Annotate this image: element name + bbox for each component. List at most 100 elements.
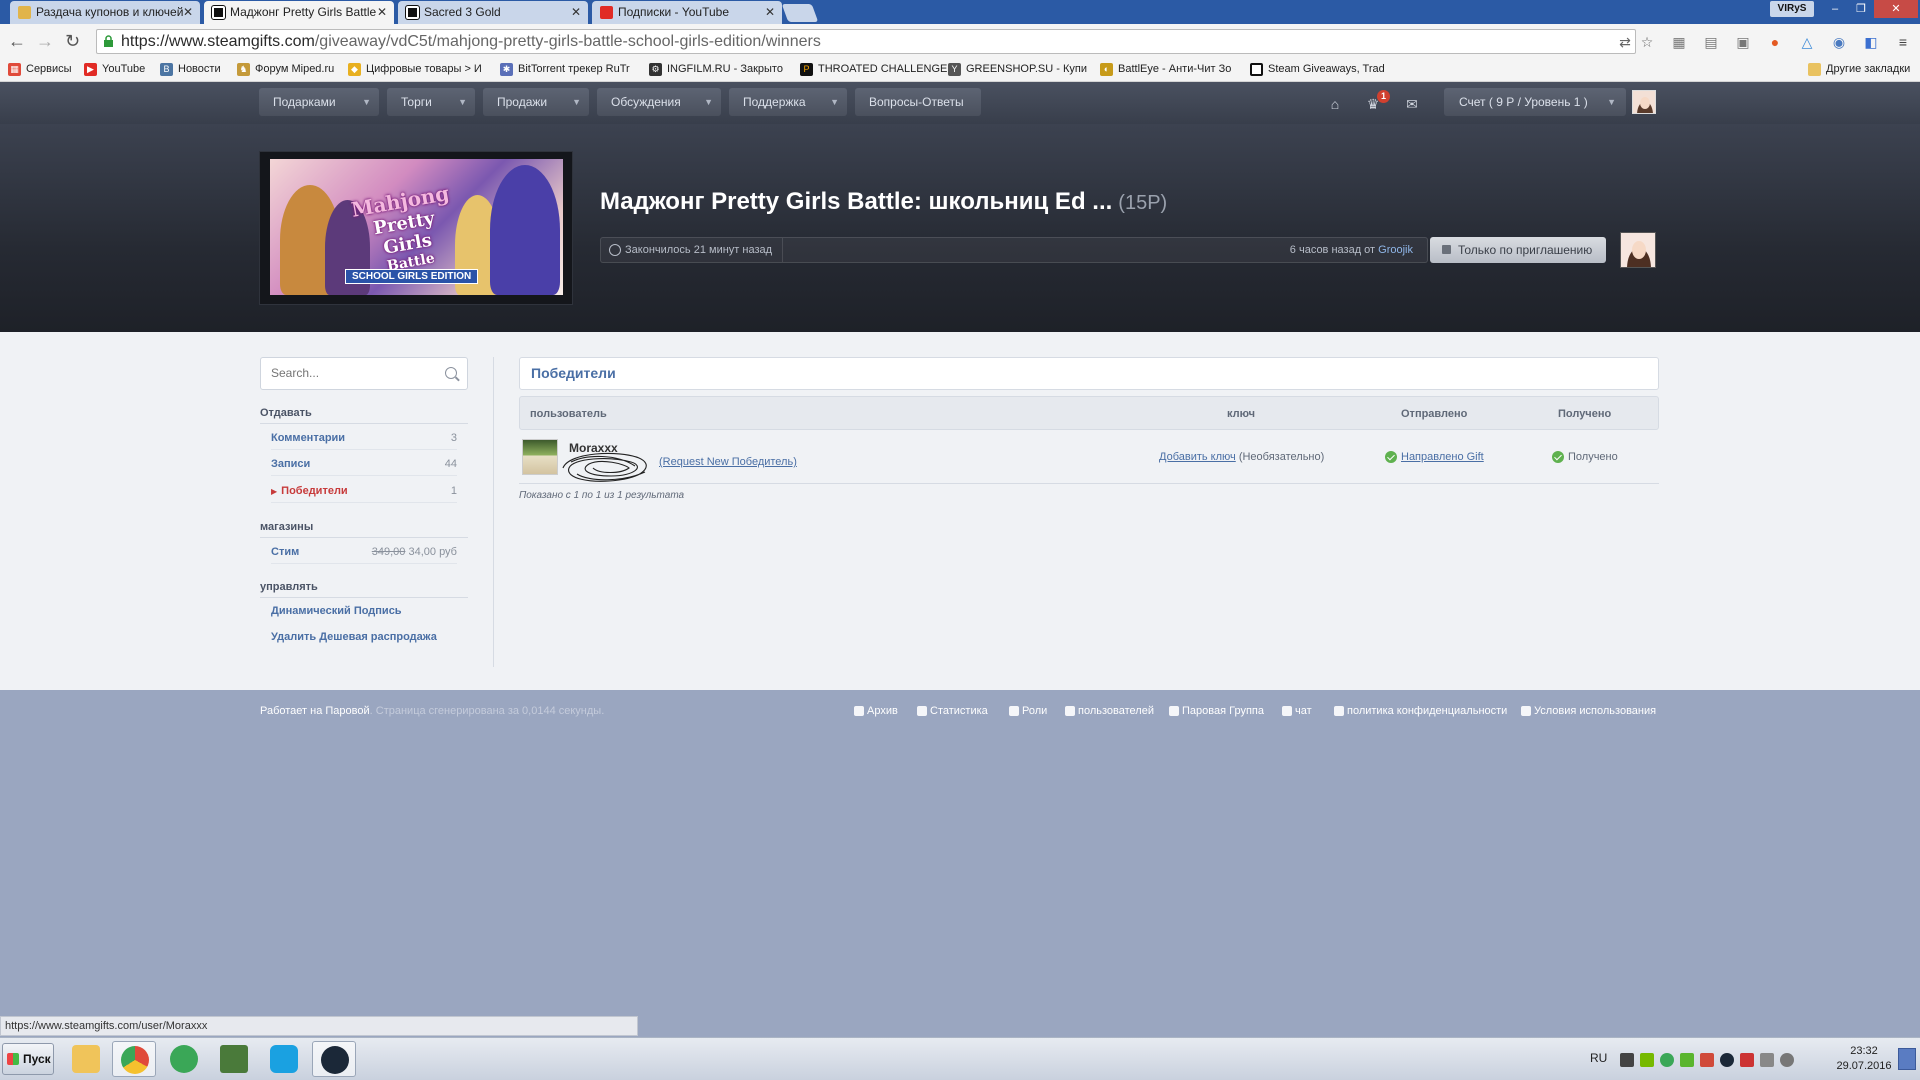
bookmark-star-icon[interactable]: ☆ <box>1639 35 1655 49</box>
bookmark-other[interactable]: Другие закладки <box>1808 63 1910 76</box>
footer-users[interactable]: пользователей <box>1065 705 1154 717</box>
winner-avatar[interactable] <box>522 439 558 475</box>
lock-icon <box>104 35 113 47</box>
extension-icon[interactable]: ▣ <box>1734 33 1752 51</box>
new-tab-button[interactable] <box>781 4 819 22</box>
taskbar-explorer[interactable] <box>64 1041 108 1077</box>
address-bar[interactable]: https://www.steamgifts.com/giveaway/vdC5… <box>96 29 1653 54</box>
taskbar-podcast[interactable] <box>162 1041 206 1077</box>
nav-gifts[interactable]: Подарками ▼ <box>259 88 379 116</box>
footer-chat[interactable]: чат <box>1282 705 1312 717</box>
bookmark-steam-giveaways[interactable]: Steam Giveaways, Trad <box>1250 63 1385 76</box>
footer-terms[interactable]: Условия использования <box>1521 705 1656 717</box>
bookmark-rutracker[interactable]: ✱ BitTorrent трекер RuTr <box>500 63 630 76</box>
taskbar-steam[interactable] <box>312 1041 356 1077</box>
invite-only-button[interactable]: Только по приглашению <box>1430 237 1606 263</box>
request-new-winner-link[interactable]: (Request New Победитель) <box>659 456 797 468</box>
extension-badge-icon[interactable]: ● <box>1766 33 1784 51</box>
taskbar-monitor[interactable] <box>212 1041 256 1077</box>
tab-coupons[interactable]: Раздача купонов и ключей ✕ <box>10 1 200 24</box>
minimize-icon[interactable]: – <box>1822 0 1848 18</box>
sidebar-item-steam[interactable]: Стим 349,00 34,00 руб <box>271 546 457 564</box>
search-icon[interactable] <box>445 367 457 379</box>
sidebar-item-winners[interactable]: ▶ Победители 1 <box>271 485 457 503</box>
nav-support[interactable]: Поддержка ▼ <box>729 88 847 116</box>
footer-stats[interactable]: Статистика <box>917 705 988 717</box>
creator-avatar[interactable] <box>1620 232 1656 268</box>
sidebar-item-dynamic-signature[interactable]: Динамический Подпись <box>271 605 457 622</box>
gift-sent-link[interactable]: Направлено Gift <box>1385 451 1484 463</box>
network-error-icon[interactable] <box>1740 1053 1754 1067</box>
menu-icon[interactable]: ≡ <box>1894 33 1912 51</box>
volume-icon[interactable] <box>1780 1053 1794 1067</box>
add-key-link[interactable]: Добавить ключ <box>1159 451 1236 463</box>
powered-by-link[interactable]: Работает на Паровой <box>260 705 370 717</box>
account-dropdown[interactable]: Счет ( 9 Р / Уровень 1 ) ▼ <box>1444 88 1626 116</box>
bookmark-throated[interactable]: P THROATED CHALLENGE <box>800 63 947 76</box>
creator-link[interactable]: Groojik <box>1378 244 1413 256</box>
taskbar-skype[interactable] <box>262 1041 306 1077</box>
tray-app-icon[interactable] <box>1680 1053 1694 1067</box>
tray-chevron-icon[interactable] <box>1620 1053 1634 1067</box>
search-input[interactable] <box>271 366 431 380</box>
window-close-icon[interactable]: ✕ <box>1874 0 1918 18</box>
reload-icon[interactable]: ↻ <box>65 32 80 50</box>
bookmark-news[interactable]: B Новости <box>160 63 221 76</box>
sidebar-item-entries[interactable]: Записи 44 <box>271 458 457 476</box>
footer-privacy[interactable]: политика конфиденциальности <box>1334 705 1507 717</box>
drive-extension-icon[interactable]: △ <box>1798 33 1816 51</box>
winners-table-header: пользователь ключ Отправлено Получено <box>519 396 1659 430</box>
bookmark-miped[interactable]: ♞ Форум Miped.ru <box>237 63 334 76</box>
steam-icon <box>321 1046 349 1074</box>
extension-icon[interactable]: ▤ <box>1702 33 1720 51</box>
nav-trades[interactable]: Торги ▼ <box>387 88 475 116</box>
nav-discussions[interactable]: Обсуждения ▼ <box>597 88 721 116</box>
mail-icon[interactable]: ✉ <box>1403 95 1421 113</box>
close-icon[interactable]: ✕ <box>765 1 775 24</box>
chevron-right-icon: ▶ <box>271 487 278 496</box>
sidebar-item-comments[interactable]: Комментарии 3 <box>271 432 457 450</box>
nvidia-icon[interactable] <box>1640 1053 1654 1067</box>
forward-arrow-icon[interactable]: → <box>36 32 54 50</box>
restore-icon[interactable]: ❐ <box>1848 0 1874 18</box>
translate-icon[interactable]: ⇄ <box>1617 35 1633 49</box>
show-desktop-button[interactable] <box>1898 1048 1916 1070</box>
nav-sales[interactable]: Продажи ▼ <box>483 88 589 116</box>
tab-sacred[interactable]: Sacred 3 Gold ✕ <box>398 1 588 24</box>
footer-archive[interactable]: Архив <box>854 705 898 717</box>
game-cover-image[interactable]: Mahjong Pretty Girls Battle SCHOOL GIRLS… <box>270 159 563 295</box>
gift-icon[interactable]: ⌂ <box>1326 95 1344 113</box>
steam-icon[interactable] <box>1720 1053 1734 1067</box>
bookmark-greenshop[interactable]: Y GREENSHOP.SU - Купи <box>948 63 1087 76</box>
signal-icon[interactable] <box>1760 1053 1774 1067</box>
bookmark-digital-goods[interactable]: ◆ Цифровые товары > И <box>348 63 482 76</box>
start-button[interactable]: Пуск <box>2 1043 54 1075</box>
bookmark-ingfilm[interactable]: ⚙ INGFILM.RU - Закрыто <box>649 63 783 76</box>
ph-icon: P <box>800 63 813 76</box>
translate-extension-icon[interactable]: ◧ <box>1862 33 1880 51</box>
bookmark-battleye[interactable]: ◐ BattlEye - Анти-Чит Зо <box>1100 63 1231 76</box>
avatar[interactable] <box>1632 90 1656 114</box>
utorrent-icon[interactable] <box>1660 1053 1674 1067</box>
close-icon[interactable]: ✕ <box>571 1 581 24</box>
back-arrow-icon[interactable]: ← <box>8 32 26 50</box>
taskbar-chrome[interactable] <box>112 1041 156 1077</box>
close-icon[interactable]: ✕ <box>183 1 193 24</box>
tab-youtube[interactable]: Подписки - YouTube ✕ <box>592 1 782 24</box>
language-indicator[interactable]: RU <box>1590 1051 1607 1065</box>
footer-steam-group[interactable]: Паровая Группа <box>1169 705 1264 717</box>
qr-extension-icon[interactable]: ▦ <box>1670 33 1688 51</box>
youtube-icon <box>600 6 613 19</box>
nav-faq[interactable]: Вопросы-Ответы <box>855 88 981 116</box>
bookmark-youtube[interactable]: ▶ YouTube <box>84 63 145 76</box>
page-title: Маджонг Pretty Girls Battle: школьниц Ed… <box>600 188 1168 215</box>
tab-mahjong[interactable]: Маджонг Pretty Girls Battle ✕ <box>204 1 394 24</box>
close-icon[interactable]: ✕ <box>377 1 387 24</box>
bookmark-services[interactable]: ▦ Сервисы <box>8 63 72 76</box>
sidebar-item-remove-sale[interactable]: Удалить Дешевая распродажа <box>271 631 457 648</box>
search-box[interactable] <box>260 357 468 390</box>
footer-roles[interactable]: Роли <box>1009 705 1047 717</box>
eye-extension-icon[interactable]: ◉ <box>1830 33 1848 51</box>
system-clock[interactable]: 23:32 29.07.2016 <box>1836 1044 1892 1074</box>
tray-app-icon[interactable] <box>1700 1053 1714 1067</box>
